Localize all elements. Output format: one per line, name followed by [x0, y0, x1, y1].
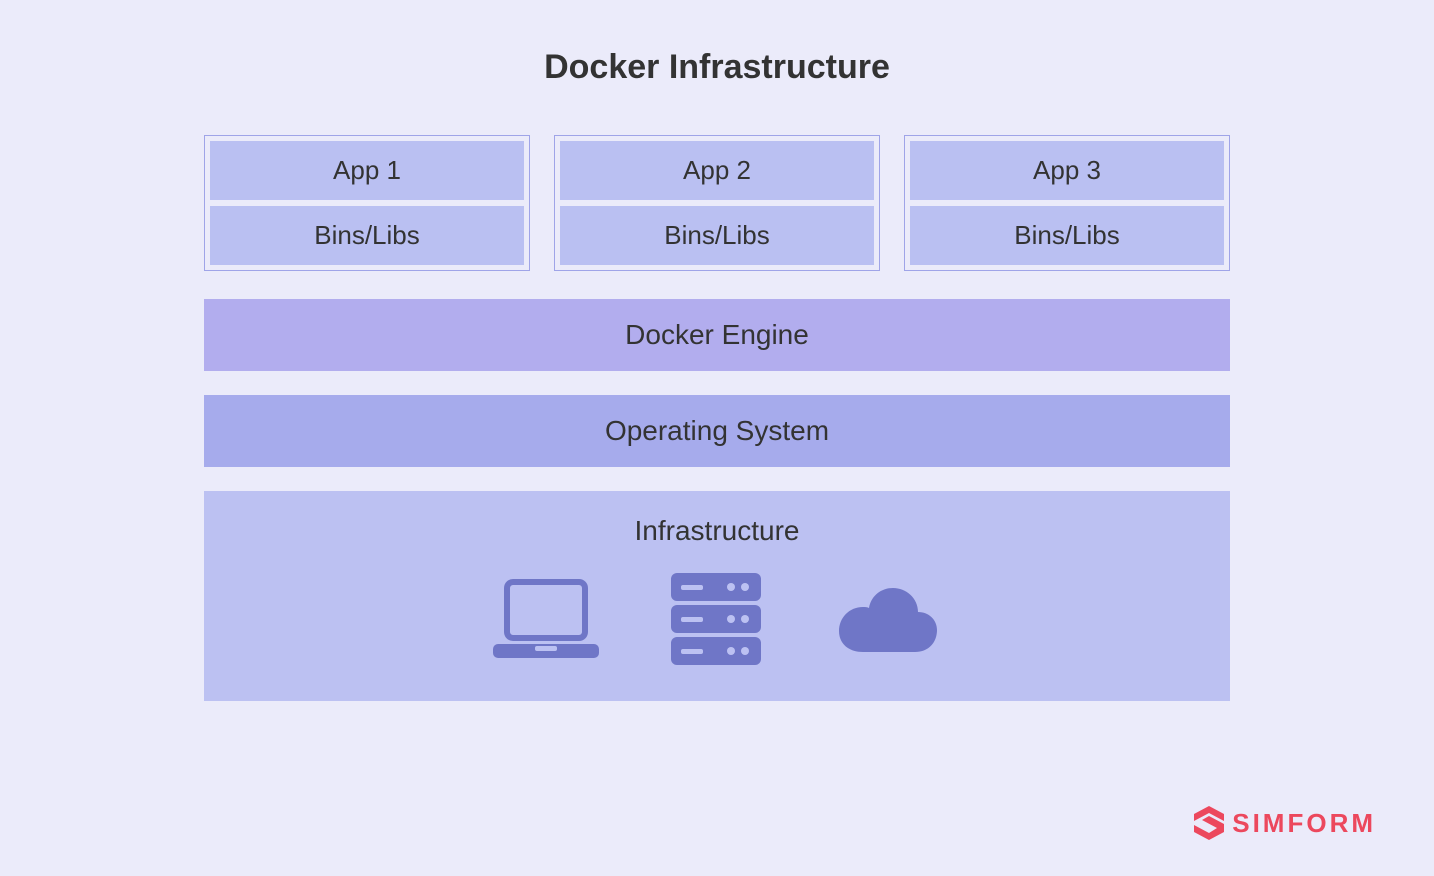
cloud-icon — [833, 584, 941, 654]
diagram-container: App 1 Bins/Libs App 2 Bins/Libs App 3 Bi… — [204, 135, 1230, 701]
operating-system-layer: Operating System — [204, 395, 1230, 467]
laptop-icon — [493, 578, 599, 660]
server-icon — [671, 573, 761, 665]
brand-name: SIMFORM — [1232, 808, 1376, 839]
libs-box: Bins/Libs — [560, 206, 874, 265]
infrastructure-icons — [204, 573, 1230, 665]
docker-engine-layer: Docker Engine — [204, 299, 1230, 371]
container-2: App 2 Bins/Libs — [554, 135, 880, 271]
app-box: App 1 — [210, 141, 524, 200]
libs-box: Bins/Libs — [210, 206, 524, 265]
containers-row: App 1 Bins/Libs App 2 Bins/Libs App 3 Bi… — [204, 135, 1230, 271]
infrastructure-label: Infrastructure — [204, 515, 1230, 547]
app-box: App 3 — [910, 141, 1224, 200]
infrastructure-layer: Infrastructure — [204, 491, 1230, 701]
app-box: App 2 — [560, 141, 874, 200]
diagram-title: Docker Infrastructure — [0, 48, 1434, 87]
brand-logo: SIMFORM — [1194, 806, 1376, 840]
libs-box: Bins/Libs — [910, 206, 1224, 265]
container-3: App 3 Bins/Libs — [904, 135, 1230, 271]
container-1: App 1 Bins/Libs — [204, 135, 530, 271]
simform-logo-icon — [1194, 806, 1224, 840]
